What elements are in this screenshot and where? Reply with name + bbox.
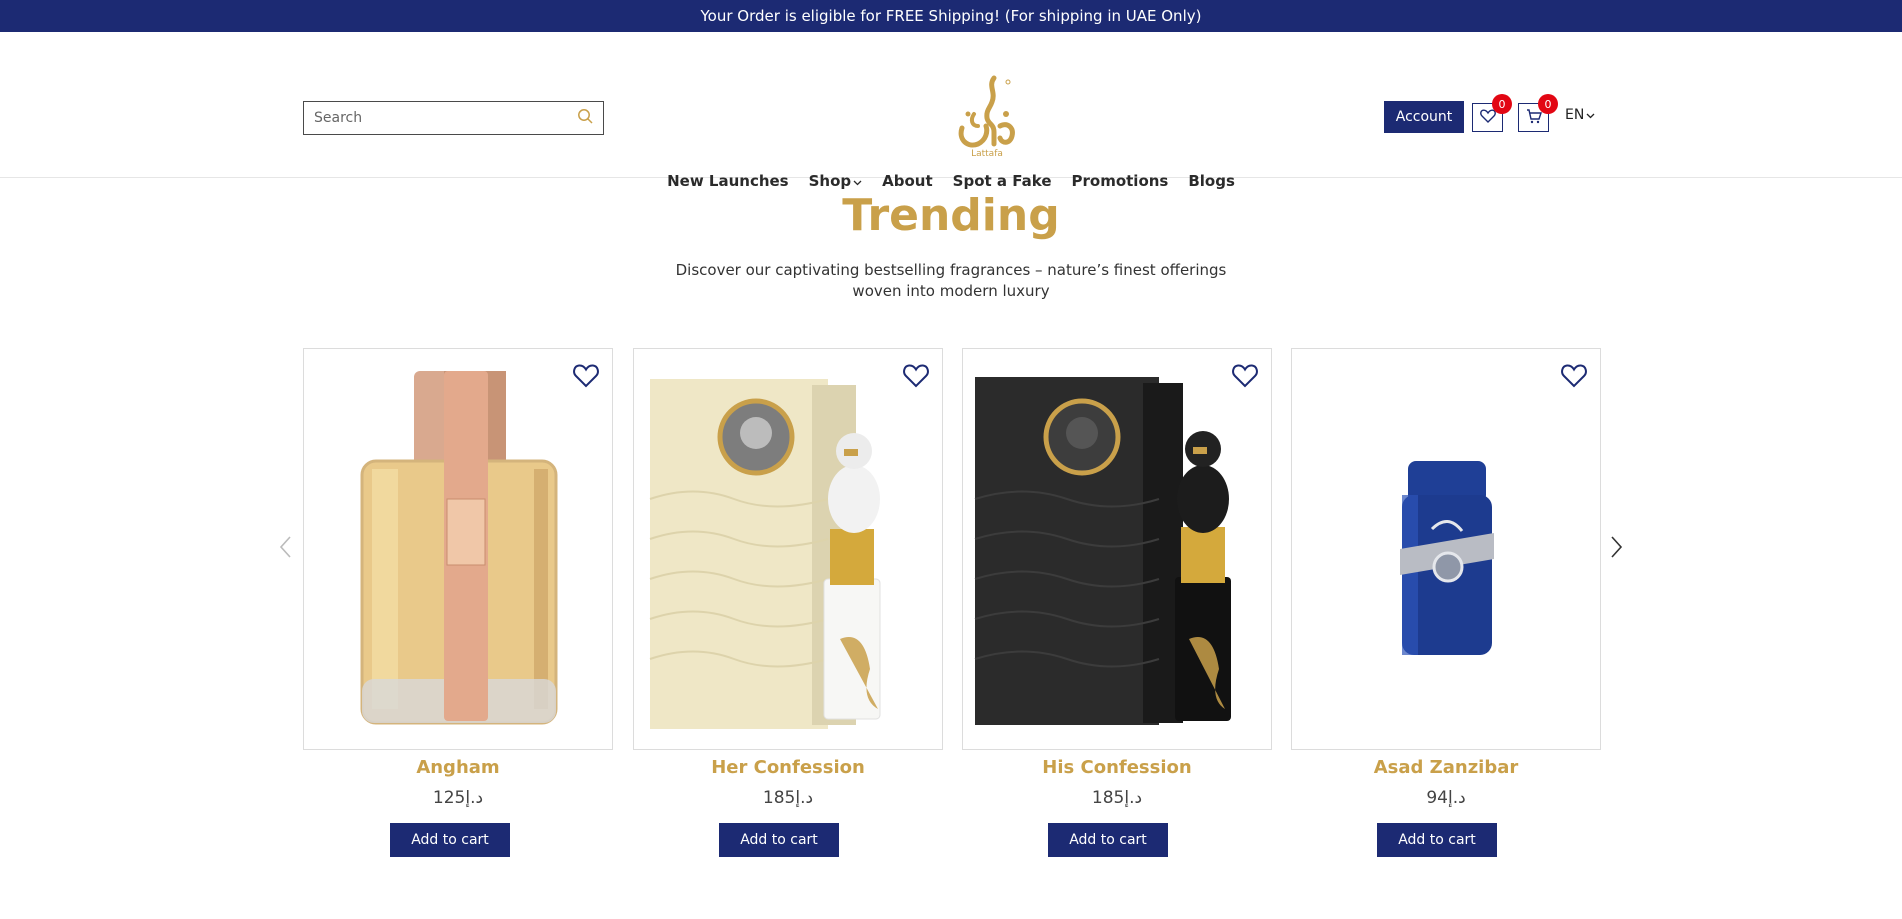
product-image[interactable] [963, 349, 1273, 751]
shipping-banner-text: Your Order is eligible for FREE Shipping… [700, 7, 1202, 25]
account-button[interactable]: Account [1384, 101, 1464, 133]
product-image[interactable] [304, 349, 614, 751]
search-icon[interactable] [577, 108, 593, 128]
cart-count-badge: 0 [1538, 94, 1558, 114]
product-card[interactable] [1291, 348, 1601, 750]
carousel-next-arrow[interactable] [1606, 535, 1626, 559]
product-image[interactable] [1292, 349, 1602, 751]
nav-shop[interactable]: Shop [809, 172, 863, 190]
add-to-cart-button[interactable]: Add to cart [1377, 823, 1497, 857]
wishlist-button[interactable]: 0 [1472, 94, 1512, 132]
search-input[interactable] [314, 110, 577, 126]
carousel-prev-arrow[interactable] [276, 535, 296, 559]
product-price: 125د.إ [432, 788, 484, 808]
chevron-down-icon [1586, 107, 1595, 123]
cart-icon [1526, 108, 1542, 128]
language-selector[interactable]: EN [1565, 107, 1595, 123]
product-card[interactable] [633, 348, 943, 750]
product-image[interactable] [634, 349, 944, 751]
product-price: 185د.إ [1091, 788, 1143, 808]
chevron-down-icon [853, 172, 862, 190]
product-price: 185د.إ [762, 788, 814, 808]
heart-icon[interactable] [1231, 363, 1259, 389]
search-box[interactable] [303, 101, 604, 135]
brand-logo[interactable]: Lattafa [950, 74, 1024, 160]
shipping-banner: Your Order is eligible for FREE Shipping… [0, 0, 1902, 32]
nav-spot-a-fake[interactable]: Spot a Fake [953, 172, 1052, 190]
section-subtitle: Discover our captivating bestselling fra… [675, 261, 1227, 300]
add-to-cart-button[interactable]: Add to cart [719, 823, 839, 857]
product-name[interactable]: Angham [303, 757, 613, 778]
cart-button[interactable]: 0 [1518, 94, 1558, 132]
heart-icon[interactable] [572, 363, 600, 389]
heart-icon[interactable] [902, 363, 930, 389]
product-name[interactable]: Her Confession [633, 757, 943, 778]
nav-promotions[interactable]: Promotions [1072, 172, 1169, 190]
language-label: EN [1565, 107, 1585, 123]
wishlist-count-badge: 0 [1492, 94, 1512, 114]
product-card[interactable] [962, 348, 1272, 750]
product-name[interactable]: His Confession [962, 757, 1272, 778]
site-header: Lattafa Account 0 0 EN New Launches Shop… [0, 32, 1902, 190]
nav-new-launches[interactable]: New Launches [667, 172, 789, 190]
product-price: 94د.إ [1426, 788, 1466, 808]
logo-wordmark: Lattafa [971, 149, 1003, 159]
main-nav: New Launches Shop About Spot a Fake Prom… [0, 172, 1902, 190]
product-name[interactable]: Asad Zanzibar [1291, 757, 1601, 778]
nav-blogs[interactable]: Blogs [1188, 172, 1235, 190]
section-title: Trending [842, 190, 1060, 241]
add-to-cart-button[interactable]: Add to cart [1048, 823, 1168, 857]
heart-icon [1479, 108, 1496, 127]
nav-about[interactable]: About [882, 172, 933, 190]
add-to-cart-button[interactable]: Add to cart [390, 823, 510, 857]
heart-icon[interactable] [1560, 363, 1588, 389]
product-card[interactable] [303, 348, 613, 750]
